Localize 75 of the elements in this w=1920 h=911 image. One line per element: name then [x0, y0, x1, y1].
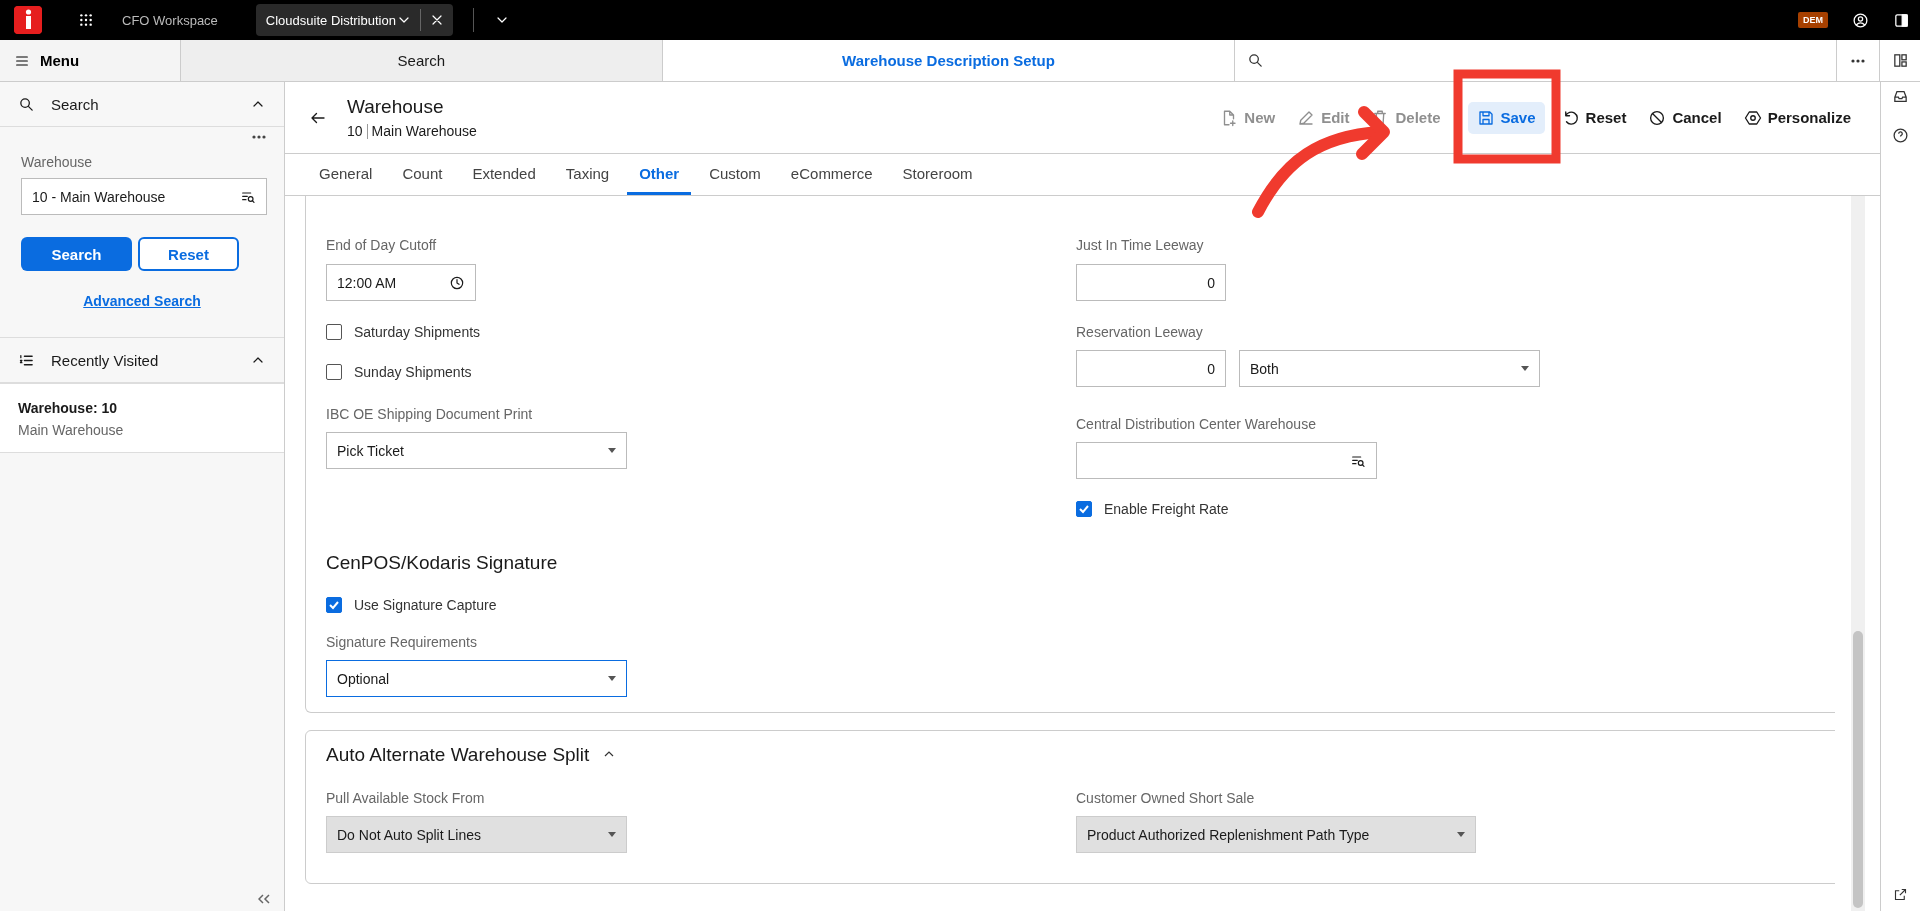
toolbar-button[interactable]: Cancel — [1639, 101, 1731, 134]
more-icon[interactable] — [252, 135, 266, 139]
checkbox[interactable] — [1076, 501, 1092, 517]
dropdown-caret-icon — [608, 448, 616, 453]
tab[interactable]: Count — [390, 154, 455, 195]
user-badge[interactable]: DEM — [1798, 12, 1828, 28]
checkbox-label: Saturday Shipments — [354, 323, 481, 342]
app-grid-icon[interactable] — [78, 12, 94, 28]
search-button[interactable]: Search — [21, 237, 132, 271]
app-tab[interactable]: Cloudsuite Distribution — [255, 4, 453, 36]
tab[interactable]: eCommerce — [778, 154, 885, 195]
menu-button[interactable]: Menu — [0, 40, 180, 81]
record-subtitle: 10 Main Warehouse — [347, 123, 477, 139]
field-label: End of Day Cutoff — [326, 236, 437, 254]
dropdown[interactable]: Optional — [326, 660, 627, 697]
toolbar-button[interactable]: Personalize — [1734, 101, 1860, 134]
more-icon[interactable] — [1851, 58, 1866, 63]
field-label: Signature Requirements — [326, 633, 477, 651]
number-field[interactable]: 0 — [1076, 350, 1226, 387]
warehouse-field[interactable]: 10 - Main Warehouse — [21, 178, 267, 215]
external-link-icon[interactable] — [1893, 887, 1908, 902]
advanced-search-link[interactable]: Advanced Search — [83, 293, 201, 309]
checkbox[interactable] — [326, 324, 342, 340]
search-icon — [1247, 52, 1265, 69]
dropdown[interactable]: Pick Ticket — [326, 432, 627, 469]
recent-item-subtitle: Main Warehouse — [18, 422, 125, 438]
checkbox-label: Sunday Shipments — [354, 363, 472, 382]
recent-item-title: Warehouse: 10 — [18, 400, 119, 416]
tab[interactable]: General — [307, 154, 385, 195]
field-label: Just In Time Leeway — [1076, 236, 1204, 254]
section-title: CenPOS/Kodaris Signature — [326, 551, 558, 575]
field-label: Reservation Leeway — [1076, 323, 1203, 341]
checkbox-label: Use Signature Capture — [354, 596, 497, 615]
dropdown-caret-icon — [608, 676, 616, 681]
cancel-icon — [1648, 108, 1667, 127]
dropdown-caret-icon — [608, 832, 616, 837]
clock-icon[interactable] — [449, 274, 465, 291]
hexagon-icon — [1743, 108, 1762, 127]
user-icon[interactable] — [1852, 11, 1869, 29]
section-title: Auto Alternate Warehouse Split — [326, 743, 590, 767]
dropdown-caret-icon — [1521, 366, 1529, 371]
field-label: Warehouse — [20, 154, 94, 170]
search-field[interactable] — [1234, 40, 1838, 81]
lookup-field[interactable] — [1076, 442, 1377, 479]
collapse-icon[interactable] — [258, 894, 270, 904]
reset-button[interactable]: Reset — [138, 237, 239, 271]
field-label: Pull Available Stock From — [326, 789, 485, 807]
checkbox-label: Enable Freight Rate — [1104, 500, 1229, 519]
dropdown[interactable]: Both — [1239, 350, 1540, 387]
panel-icon[interactable] — [1893, 11, 1910, 29]
checkbox[interactable] — [326, 364, 342, 380]
tab[interactable]: Storeroom — [890, 154, 985, 195]
scrollbar[interactable] — [1851, 196, 1865, 911]
save-icon — [1476, 108, 1495, 127]
time-field[interactable]: 12:00 AM — [326, 264, 476, 301]
page-tab[interactable]: Warehouse Description Setup — [661, 40, 1235, 81]
page-title: Warehouse — [347, 96, 445, 118]
field-label: Central Distribution Center Warehouse — [1076, 415, 1316, 433]
tab[interactable]: Extended — [460, 154, 548, 195]
field-label: IBC OE Shipping Document Print — [326, 405, 533, 423]
number-field[interactable]: 0 — [1076, 264, 1226, 301]
toolbar-button[interactable]: Save — [1467, 101, 1545, 134]
recent-item[interactable]: Warehouse: 10 Main Warehouse — [0, 383, 284, 453]
dropdown-caret-icon — [1457, 832, 1465, 837]
section-title: Recently Visited — [51, 351, 160, 369]
tab[interactable]: Custom — [697, 154, 773, 195]
section-title: Search — [51, 95, 100, 113]
field-label: Customer Owned Short Sale — [1076, 789, 1255, 807]
app-logo[interactable] — [14, 6, 42, 34]
workspace-name[interactable]: CFO Workspace — [122, 12, 218, 28]
layout-icon[interactable] — [1891, 52, 1909, 69]
toolbar-button[interactable]: Reset — [1552, 101, 1636, 134]
tab[interactable]: Taxing — [553, 154, 622, 195]
checkbox[interactable] — [326, 597, 342, 613]
search-icon — [18, 95, 35, 113]
